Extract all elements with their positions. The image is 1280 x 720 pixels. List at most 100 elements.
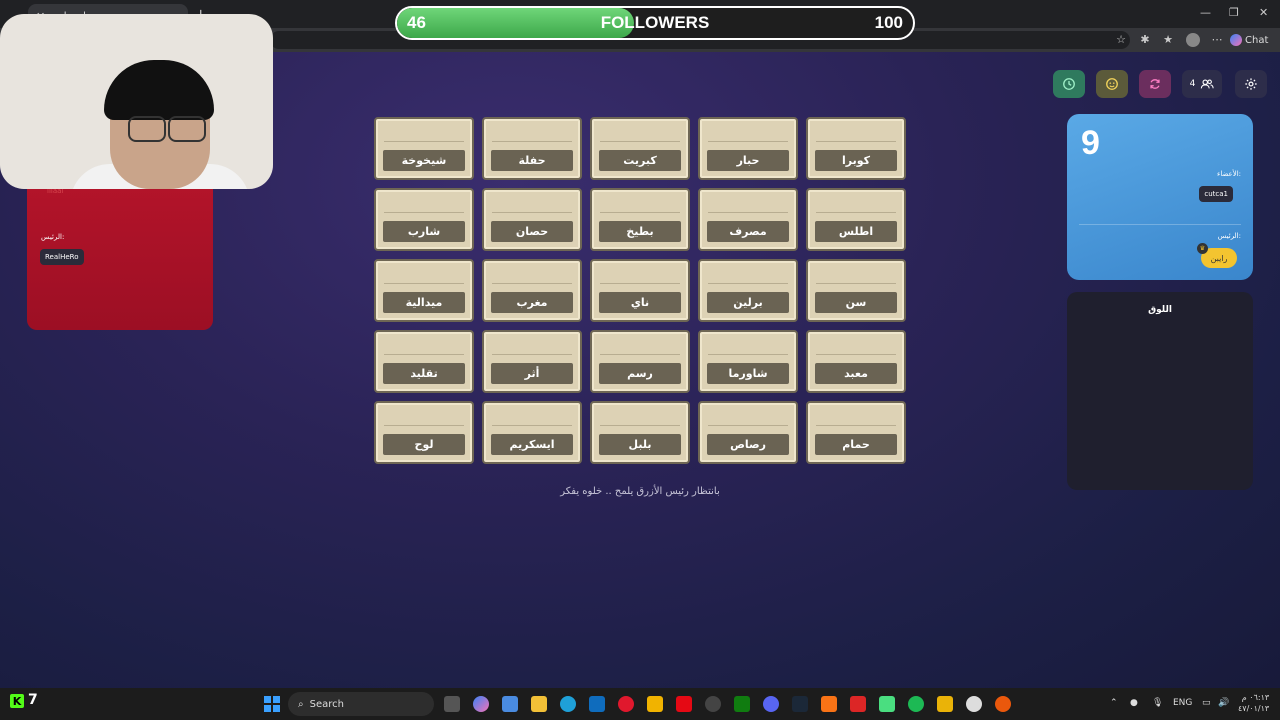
status-message: بانتظار رئيس الأزرق يلمح .. خلوه يفكر: [560, 486, 720, 497]
card-divider: [384, 141, 464, 142]
file-explorer-icon[interactable]: [531, 696, 547, 712]
card-divider: [816, 425, 896, 426]
card-word: حصان: [491, 221, 573, 242]
card-word: ميدالية: [383, 292, 465, 313]
streamer-webcam: [0, 14, 273, 189]
card-word: شيخوخة: [383, 150, 465, 171]
profile-avatar[interactable]: [1186, 33, 1200, 47]
card-word: برلين: [707, 292, 789, 313]
word-card[interactable]: سن: [806, 259, 906, 322]
obs-icon[interactable]: [966, 696, 982, 712]
copilot-taskbar-icon[interactable]: [473, 696, 489, 712]
edge-icon[interactable]: [560, 696, 576, 712]
word-card[interactable]: مغرب: [482, 259, 582, 322]
card-word: بطيخ: [599, 221, 681, 242]
card-word: تقليد: [383, 363, 465, 384]
card-word: حفلة: [491, 150, 573, 171]
card-divider: [492, 354, 572, 355]
card-divider: [600, 212, 680, 213]
app-icon-c[interactable]: [821, 696, 837, 712]
word-card[interactable]: مصرف: [698, 188, 798, 251]
steam-icon[interactable]: [792, 696, 808, 712]
minecraft-icon[interactable]: [879, 696, 895, 712]
word-card[interactable]: كوبرا: [806, 117, 906, 180]
word-card[interactable]: اطلس: [806, 188, 906, 251]
taskbar-search[interactable]: ⌕ Search: [288, 692, 434, 716]
app-icon-b[interactable]: [705, 696, 721, 712]
word-card[interactable]: ايسكريم: [482, 401, 582, 464]
followers-goal-bar: 46 FOLLOWERS 100: [395, 6, 915, 40]
maximize-icon[interactable]: ❐: [1229, 6, 1239, 19]
followers-goal: 100: [874, 13, 903, 32]
netflix-icon[interactable]: [676, 696, 692, 712]
card-divider: [600, 425, 680, 426]
favorites-icon[interactable]: ★: [1161, 33, 1175, 47]
card-divider: [492, 283, 572, 284]
word-card[interactable]: كبريت: [590, 117, 690, 180]
word-card[interactable]: تقليد: [374, 330, 474, 393]
start-button[interactable]: [264, 696, 280, 712]
card-divider: [600, 354, 680, 355]
spotify-icon[interactable]: [908, 696, 924, 712]
card-divider: [816, 283, 896, 284]
volume-icon[interactable]: 🔊: [1218, 698, 1229, 708]
card-word: اطلس: [815, 221, 897, 242]
bookmark-star-icon[interactable]: ☆: [1114, 33, 1128, 47]
app-icon-d[interactable]: [850, 696, 866, 712]
card-word: لوح: [383, 434, 465, 455]
red-leader-label: الرئيس:: [41, 233, 65, 241]
settings-button[interactable]: [1235, 70, 1267, 98]
tray-app-icon[interactable]: ●: [1130, 698, 1138, 708]
red-team-panel: iliaal الرئيس: RealHeRo: [27, 177, 213, 330]
word-card[interactable]: لوح: [374, 401, 474, 464]
system-clock[interactable]: ٠٦:١٣ م ٤٧/٠١/١٣: [1238, 692, 1269, 714]
card-word: بلبل: [599, 434, 681, 455]
emoji-button[interactable]: [1096, 70, 1128, 98]
app-icon-a[interactable]: [647, 696, 663, 712]
word-card[interactable]: ناي: [590, 259, 690, 322]
red-leader-chip: RealHeRo: [40, 249, 84, 265]
discord-icon[interactable]: [763, 696, 779, 712]
log-panel: اللوق: [1067, 292, 1253, 490]
word-card[interactable]: حصان: [482, 188, 582, 251]
word-card[interactable]: شيخوخة: [374, 117, 474, 180]
word-card[interactable]: بلبل: [590, 401, 690, 464]
task-view-icon[interactable]: [444, 696, 460, 712]
tray-chevron-icon[interactable]: ⌃: [1110, 698, 1118, 708]
app-icon-e[interactable]: [937, 696, 953, 712]
word-card[interactable]: أثر: [482, 330, 582, 393]
players-button[interactable]: 4: [1182, 70, 1222, 98]
language-indicator[interactable]: ENG: [1173, 698, 1192, 708]
word-card[interactable]: رسم: [590, 330, 690, 393]
word-card[interactable]: شاورما: [698, 330, 798, 393]
word-card[interactable]: رصاص: [698, 401, 798, 464]
extensions-icon[interactable]: ✱: [1138, 33, 1152, 47]
word-card[interactable]: ميدالية: [374, 259, 474, 322]
microphone-icon[interactable]: 🎙: [1152, 698, 1163, 708]
opera-icon[interactable]: [618, 696, 634, 712]
xbox-icon[interactable]: [734, 696, 750, 712]
store-icon[interactable]: [502, 696, 518, 712]
card-divider: [600, 283, 680, 284]
network-icon[interactable]: ▭: [1202, 698, 1211, 708]
timer-button[interactable]: [1053, 70, 1085, 98]
webcam-headset: [104, 60, 214, 120]
app-icon-f[interactable]: [995, 696, 1011, 712]
windows-taskbar: K 7 ⌕ Search ⌃ ● 🎙 ENG ▭ 🔊 ٠٦:١٣ م ٤٧/٠١…: [0, 688, 1280, 720]
word-card[interactable]: بطيخ: [590, 188, 690, 251]
outlook-icon[interactable]: [589, 696, 605, 712]
minimize-icon[interactable]: —: [1200, 6, 1211, 19]
copilot-chat-button[interactable]: Chat: [1230, 31, 1276, 49]
close-window-icon[interactable]: ✕: [1259, 6, 1268, 19]
word-card[interactable]: برلين: [698, 259, 798, 322]
word-card[interactable]: شارب: [374, 188, 474, 251]
word-card-grid: شيخوخة حفلة كبريت حبار كوبرا شارب حصان بطيخ مصرف…: [374, 117, 906, 464]
word-card[interactable]: حفلة: [482, 117, 582, 180]
word-card[interactable]: معبد: [806, 330, 906, 393]
menu-icon[interactable]: ⋯: [1210, 33, 1224, 47]
gear-icon: [1245, 78, 1257, 90]
word-card[interactable]: حمام: [806, 401, 906, 464]
word-card[interactable]: حبار: [698, 117, 798, 180]
card-divider: [708, 425, 788, 426]
reset-button[interactable]: [1139, 70, 1171, 98]
